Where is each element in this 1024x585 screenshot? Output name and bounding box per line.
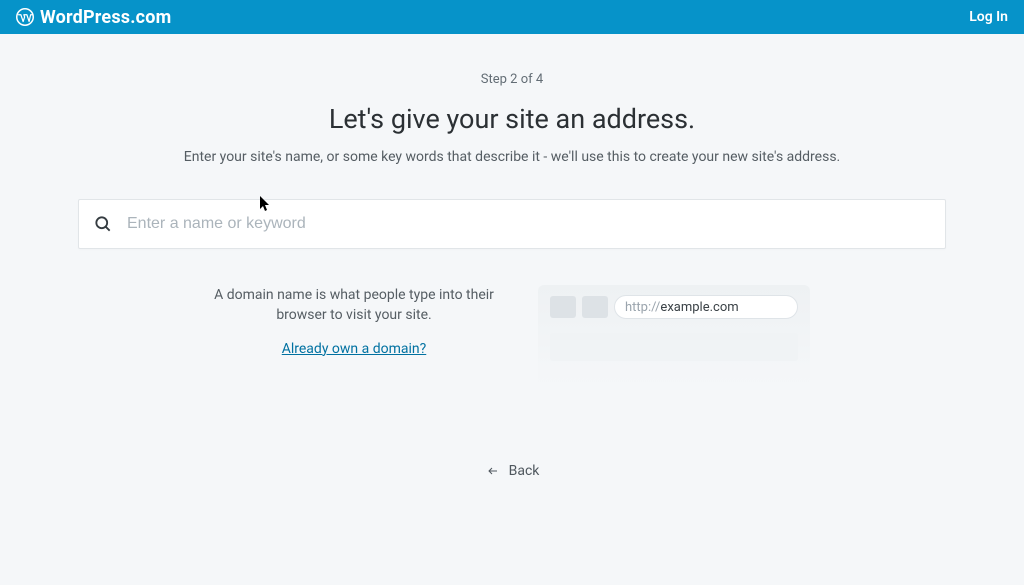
brand-logo[interactable]: WordPress.com <box>16 7 171 28</box>
top-header: WordPress.com Log In <box>0 0 1024 34</box>
browser-address-bar: http://example.com <box>614 295 798 319</box>
domain-description: A domain name is what people type into t… <box>214 285 494 326</box>
brand-text: WordPress.com <box>40 7 171 28</box>
browser-mock: http://example.com <box>538 285 810 387</box>
back-arrow-icon <box>485 465 501 477</box>
already-own-domain-link[interactable]: Already own a domain? <box>282 341 427 357</box>
main-content: Step 2 of 4 Let's give your site an addr… <box>0 34 1024 479</box>
login-link[interactable]: Log In <box>969 9 1008 25</box>
back-button[interactable]: Back <box>0 463 1024 479</box>
browser-tab <box>550 296 576 318</box>
info-row: A domain name is what people type into t… <box>0 285 1024 387</box>
browser-tab <box>582 296 608 318</box>
wordpress-icon <box>16 8 34 26</box>
browser-body <box>550 333 798 361</box>
back-label: Back <box>509 463 540 479</box>
step-indicator: Step 2 of 4 <box>0 72 1024 87</box>
domain-search-box[interactable] <box>78 199 946 249</box>
domain-search-input[interactable] <box>127 215 931 233</box>
address-protocol: http:// <box>625 300 660 315</box>
page-subtitle: Enter your site's name, or some key word… <box>0 149 1024 165</box>
search-icon <box>93 214 113 234</box>
info-text-block: A domain name is what people type into t… <box>214 285 494 357</box>
page-title: Let's give your site an address. <box>0 103 1024 135</box>
browser-top-bar: http://example.com <box>550 295 798 319</box>
address-domain: example.com <box>660 300 738 315</box>
